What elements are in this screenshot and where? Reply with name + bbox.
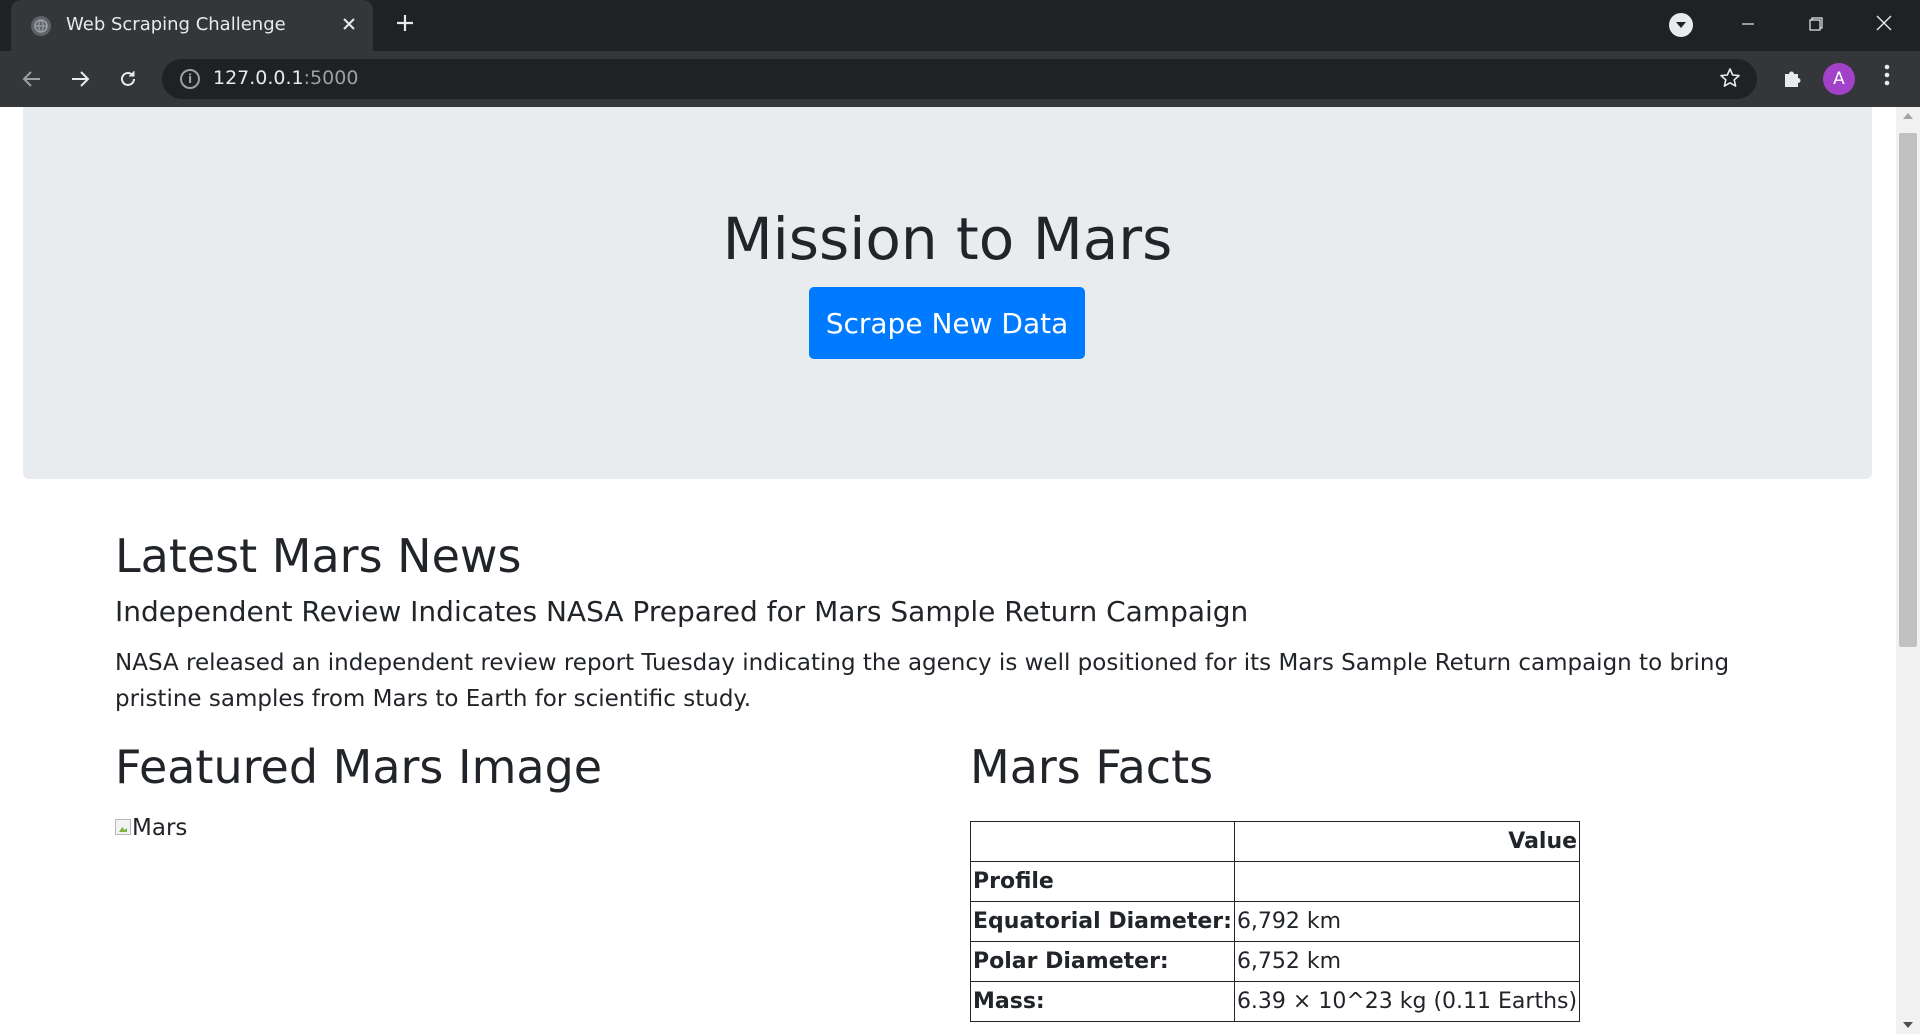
minimize-icon[interactable] [1728,6,1768,42]
featured-image: Mars [115,815,188,841]
close-icon[interactable] [336,12,362,38]
browser-tab[interactable]: Web Scraping Challenge [11,0,373,51]
url-text[interactable]: 127.0.0.1:5000 [213,67,358,89]
table-row: Equatorial Diameter: 6,792 km [970,901,1581,942]
row-label: Equatorial Diameter: [970,901,1235,942]
arrow-left-icon[interactable] [16,63,48,95]
facts-table: Value Profile Equatorial Diameter: 6,792… [970,821,1581,1022]
broken-image-icon [115,819,131,835]
news-title: Independent Review Indicates NASA Prepar… [115,595,1249,628]
row-value [1233,861,1581,902]
kebab-icon[interactable] [1872,63,1902,95]
puzzle-icon[interactable] [1778,65,1806,93]
featured-image-alt: Mars [132,815,188,841]
row-label: Profile [970,861,1235,902]
page-title: Mission to Mars [722,205,1173,273]
reload-icon[interactable] [112,63,144,95]
tab-title: Web Scraping Challenge [66,14,286,35]
table-header-cell: Value [1233,821,1581,862]
news-heading: Latest Mars News [115,529,522,583]
row-value: 6,752 km [1233,941,1581,982]
table-header-row: Value [970,821,1581,862]
table-row: Mass: 6.39 × 10^23 kg (0.11 Earths) [970,981,1581,1022]
star-icon[interactable] [1719,67,1741,95]
arrow-right-icon[interactable] [64,63,96,95]
globe-icon [31,16,51,36]
restore-icon[interactable] [1796,6,1836,42]
scroll-down-icon[interactable] [1903,1022,1913,1028]
table-row: Polar Diameter: 6,752 km [970,941,1581,982]
info-icon[interactable]: i [180,69,200,89]
chevron-down-icon[interactable] [1669,13,1693,37]
featured-image-heading: Featured Mars Image [115,740,603,794]
facts-heading: Mars Facts [970,740,1214,794]
jumbotron: Mission to Mars Scrape New Data [23,107,1872,479]
browser-toolbar: i 127.0.0.1:5000 A [0,51,1920,107]
close-window-icon[interactable] [1864,6,1904,42]
page-viewport: Mission to Mars Scrape New Data Latest M… [0,107,1896,1034]
plus-icon[interactable] [390,10,420,40]
row-label: Mass: [970,981,1235,1022]
address-bar[interactable]: i 127.0.0.1:5000 [162,59,1757,99]
avatar[interactable]: A [1823,63,1855,95]
vertical-scrollbar[interactable] [1896,107,1920,1034]
scroll-up-icon[interactable] [1903,113,1913,119]
row-value: 6.39 × 10^23 kg (0.11 Earths) [1233,981,1581,1022]
row-label: Polar Diameter: [970,941,1235,982]
table-header-cell [970,821,1235,862]
browser-titlebar: Web Scraping Challenge [0,0,1920,51]
table-row: Profile [970,861,1581,902]
row-value: 6,792 km [1233,901,1581,942]
scrape-new-data-button[interactable]: Scrape New Data [809,287,1085,359]
scrollbar-thumb[interactable] [1899,133,1917,647]
news-paragraph: NASA released an independent review repo… [115,650,1730,712]
